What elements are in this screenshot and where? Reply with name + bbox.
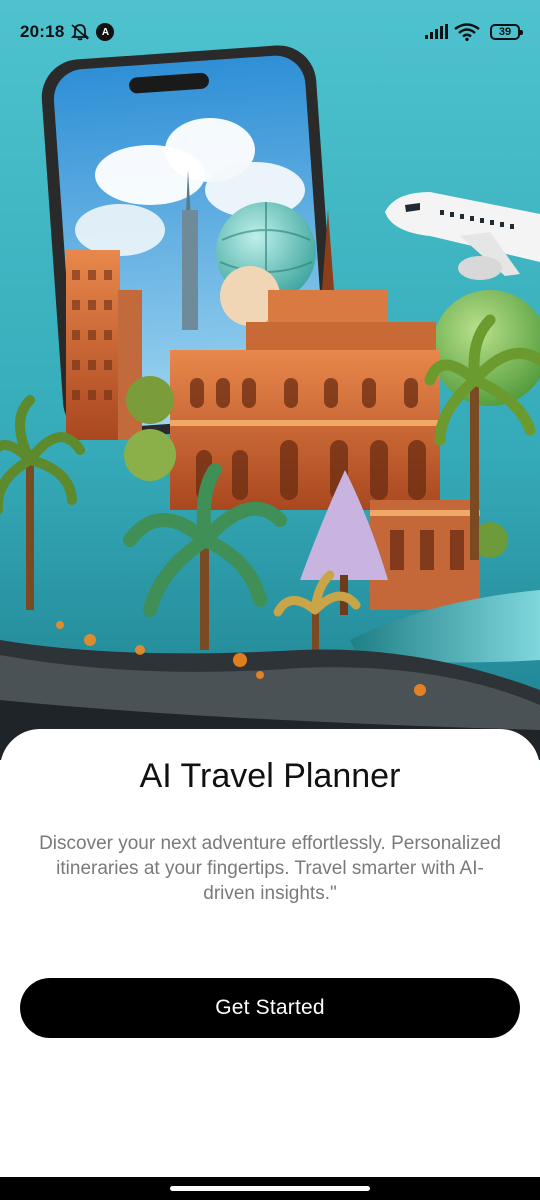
mute-notification-icon (71, 24, 90, 41)
app-title: AI Travel Planner (139, 757, 401, 795)
battery-icon: 39 (490, 24, 523, 40)
battery-level: 39 (498, 26, 512, 38)
status-time: 20:18 (20, 22, 65, 41)
hero-illustration (0, 0, 540, 760)
onboarding-card: AI Travel Planner Discover your next adv… (0, 729, 540, 1177)
signal-icon (425, 24, 448, 39)
wifi-icon (454, 23, 480, 41)
onboarding-screen: 20:18 A 39 AI Travel Planner Discover yo… (0, 0, 540, 1200)
status-bar: 20:18 A 39 (0, 0, 540, 64)
status-left: 20:18 A (20, 22, 115, 42)
navigation-badge-icon: A (96, 23, 115, 41)
travel-illustration (0, 0, 540, 760)
status-right: 39 (424, 23, 523, 41)
get-started-button[interactable]: Get Started (20, 978, 520, 1038)
app-description: Discover your next adventure effortlessl… (39, 832, 501, 904)
home-indicator[interactable] (170, 1186, 370, 1191)
system-navigation-bar (0, 1177, 540, 1200)
